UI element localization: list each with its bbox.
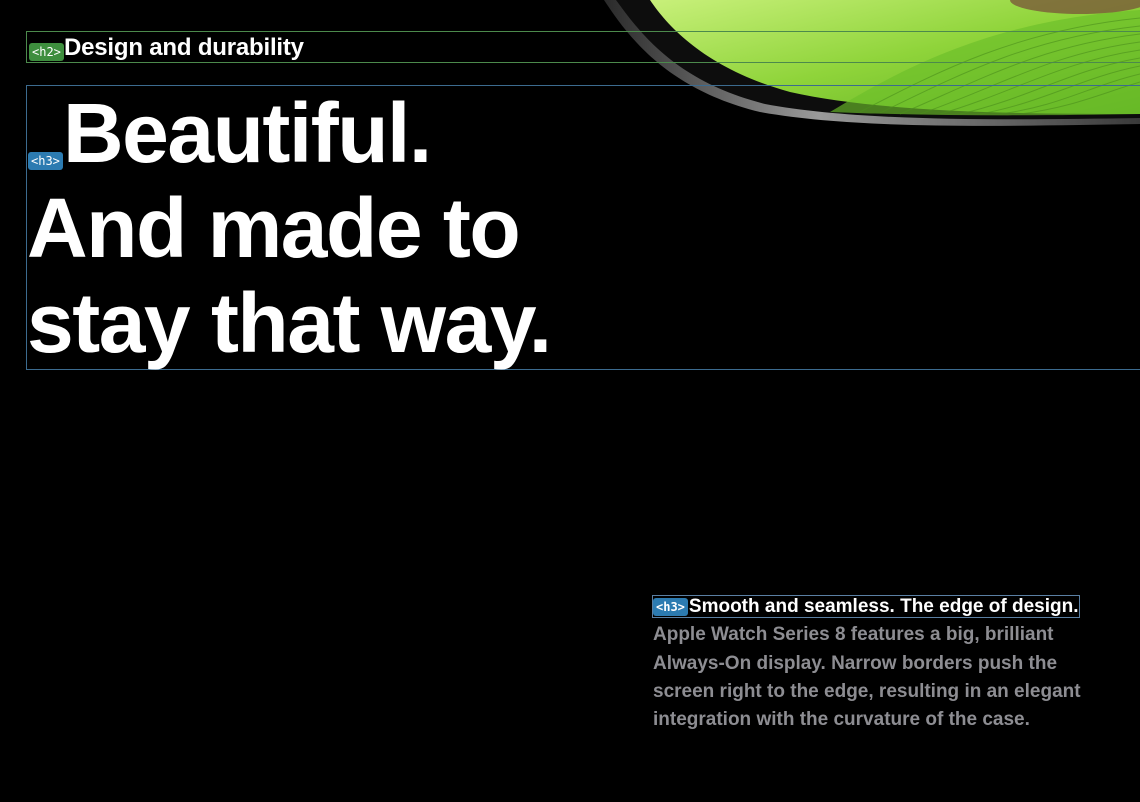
headline-line-3: stay that way.	[27, 276, 552, 370]
page: <h2> Design and durability <h3> Beautifu…	[0, 0, 1140, 802]
section-heading: <h2> Design and durability	[26, 31, 1140, 63]
feature-body-text: Apple Watch Series 8 features a big, bri…	[653, 624, 1081, 731]
feature-heading-text: Smooth and seamless. The edge of design.	[688, 596, 1079, 617]
feature-paragraph: <h3> Smooth and seamless. The edge of des…	[652, 593, 1093, 734]
headline-line-2: And made to	[27, 181, 521, 275]
section-title: Design and durability	[64, 34, 304, 61]
feature-heading: <h3> Smooth and seamless. The edge of des…	[652, 595, 1080, 618]
headline: Beautiful. And made to stay that way.	[27, 86, 552, 371]
h2-tag-badge: <h2>	[29, 43, 64, 61]
feature-h3-tag-badge: <h3>	[653, 598, 688, 616]
headline-block: <h3> Beautiful. And made to stay that wa…	[26, 85, 1140, 370]
headline-line-1: Beautiful.	[63, 86, 432, 180]
